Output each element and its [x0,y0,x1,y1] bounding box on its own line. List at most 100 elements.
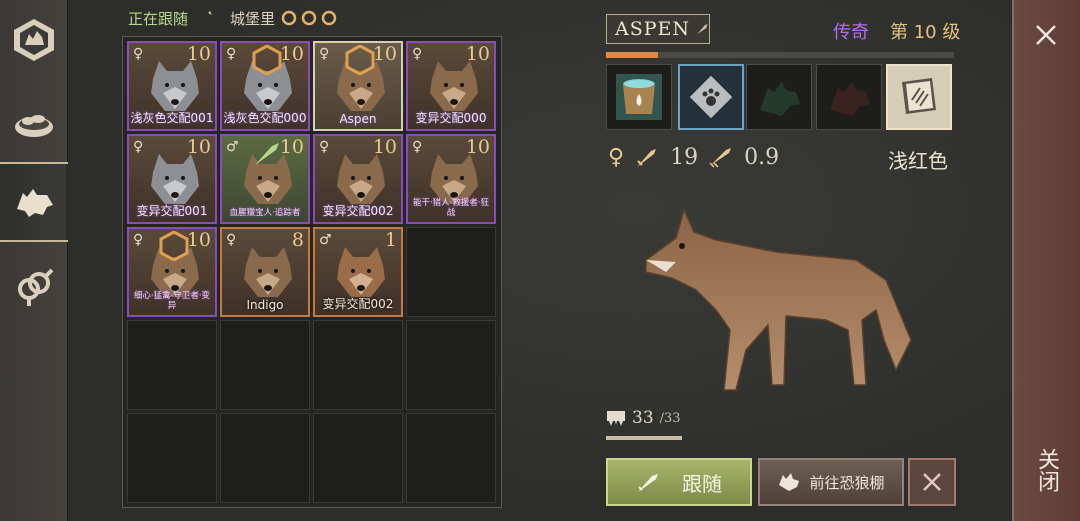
wolf-head-portrait [151,154,199,204]
close-icon [923,473,941,491]
wolf-gender: ♀ [319,139,330,155]
sidebar-item-breeding[interactable] [0,246,68,326]
wolf-gender: ♀ [412,139,423,155]
close-icon [1036,25,1056,45]
empty-slot[interactable] [127,320,217,410]
gender-rings-icon [18,268,54,306]
speed-icon [709,148,732,168]
skill-slot-paw[interactable] [678,64,744,130]
wolf-stats: ♀ 19 0.9 [608,142,779,172]
pack-badge-icon [159,231,189,261]
wolf-gender: ♀ [226,232,237,248]
hunger-bar [606,436,682,440]
wolf-gender: ♂ [319,232,332,248]
wolf-head-portrait [244,247,292,297]
wolf-name-label: Aspen [339,112,377,126]
skill-slot-locked-1[interactable] [746,64,812,130]
release-wolf-button[interactable] [908,458,956,506]
leash-icon [255,143,279,165]
wolf-name-label: 能干·猎人·救援者·狂战 [412,198,490,218]
wolf-gender: ♀ [412,46,423,62]
level-label: 第 10 级 [890,22,961,43]
wolf-name-box[interactable]: Aspen [606,14,710,44]
speed-value: 0.9 [744,144,780,170]
pack-badge-icon [345,45,375,75]
empty-slot[interactable] [220,413,310,503]
sidebar-item-pack[interactable] [0,0,68,80]
sidebar-item-wolves[interactable] [0,162,69,242]
water-bucket-icon [616,74,662,120]
wolf-slot[interactable]: ♂ 10 血腥獵宝人·追踪者 [220,134,310,224]
wolf-slot[interactable]: ♀ 10 浅灰色交配001 [127,41,217,131]
xp-bar [606,52,954,58]
follow-status-label: 正在跟随 [128,9,189,28]
empty-slot[interactable] [313,320,403,410]
empty-slot[interactable] [127,413,217,503]
wolf-name-label: 细心·猛禽·守卫者·变异 [133,291,211,311]
empty-slot[interactable] [406,320,496,410]
wolf-slot[interactable]: ♀ 10 能干·猎人·救援者·狂战 [406,134,496,224]
empty-slot[interactable] [313,413,403,503]
fur-color-label: 浅红色 [888,149,948,173]
leash-icon [196,11,213,25]
go-to-den-button-label: 前往恐狼棚 [809,473,885,492]
empty-slot[interactable] [406,413,496,503]
follow-button-label: 跟随 [682,471,722,496]
wolf-slot[interactable]: ♀ 10 变异交配002 [313,134,403,224]
claw-book-icon [902,78,936,114]
hunger-max: /33 [659,410,681,426]
wolf-grid: ♀ 10 浅灰色交配001 ♀ 10 浅灰色交配000 ♀ 10 Aspen ♀ 10 变异交配000… [122,36,502,508]
leash-icon [638,474,658,492]
skill-slot-water[interactable] [606,64,672,130]
wolf-gender: ♀ [319,46,330,62]
close-label[interactable]: 关闭 [1030,440,1062,500]
wolf-slot[interactable]: ♀ 8 Indigo [220,227,310,317]
wolf-name-label: 变异交配002 [322,204,394,218]
rarity-label: 传奇 [833,22,869,43]
skill-slot-locked-2[interactable] [816,64,882,130]
wolf-slot[interactable]: ♀ 10 变异交配000 [406,41,496,131]
hunger-current: 33 [632,408,654,428]
wolf-gender: ♀ [133,232,144,248]
sidebar [0,0,69,521]
hunger-meter: 33 /33 [606,408,681,428]
sidebar-item-food[interactable] [0,82,68,162]
wolf-slot[interactable]: ♀ 10 Aspen [313,41,403,131]
follow-button[interactable]: 跟随 [606,458,752,506]
attack-icon [637,149,657,167]
wolf-head-portrait [151,61,199,111]
wolf-head-portrait [430,61,478,111]
wolf-name-label: 变异交配000 [415,111,487,125]
wolf-silhouette-icon [17,189,53,217]
wolf-name: Aspen [615,18,691,40]
empty-slot[interactable] [220,320,310,410]
pack-tokens-icon [281,10,337,26]
wolf-slot[interactable]: ♀ 10 浅灰色交配000 [220,41,310,131]
wolf-slot[interactable]: ♀ 10 变异交配001 [127,134,217,224]
wolf-slot[interactable]: ♀ 10 细心·猛禽·守卫者·变异 [127,227,217,317]
paw-plate-icon [689,75,733,119]
food-bowl-icon [15,115,53,137]
wolf-gender: ♀ [133,139,144,155]
wolf-name-label: 变异交配002 [322,297,394,311]
wolf-head-icon [779,473,800,491]
skill-slot-book[interactable] [886,64,952,130]
wolf-name-label: 浅灰色交配000 [223,111,307,125]
rename-quill-icon [697,23,708,35]
wolf-gender: ♂ [226,139,239,155]
wolf-portrait [645,207,912,391]
wolf-name-label: 血腥獵宝人·追踪者 [229,208,301,218]
xp-bar-fill [606,52,659,58]
wolf-shadow-red-icon [830,82,870,116]
wolf-name-label: 变异交配001 [136,204,208,218]
wolf-name-label: 浅灰色交配001 [130,111,214,125]
wolf-head-portrait [337,247,385,297]
go-to-den-button[interactable]: 前往恐狼棚 [758,458,904,506]
follow-status: 正在跟随 城堡里 [128,8,339,28]
wolf-slot[interactable]: ♂ 1 变异交配002 [313,227,403,317]
close-button[interactable] [1012,0,1080,70]
wolf-name-label: Indigo [246,298,284,312]
empty-slot[interactable] [406,227,496,317]
pack-badge-icon [252,45,282,75]
fang-icon [607,411,625,426]
